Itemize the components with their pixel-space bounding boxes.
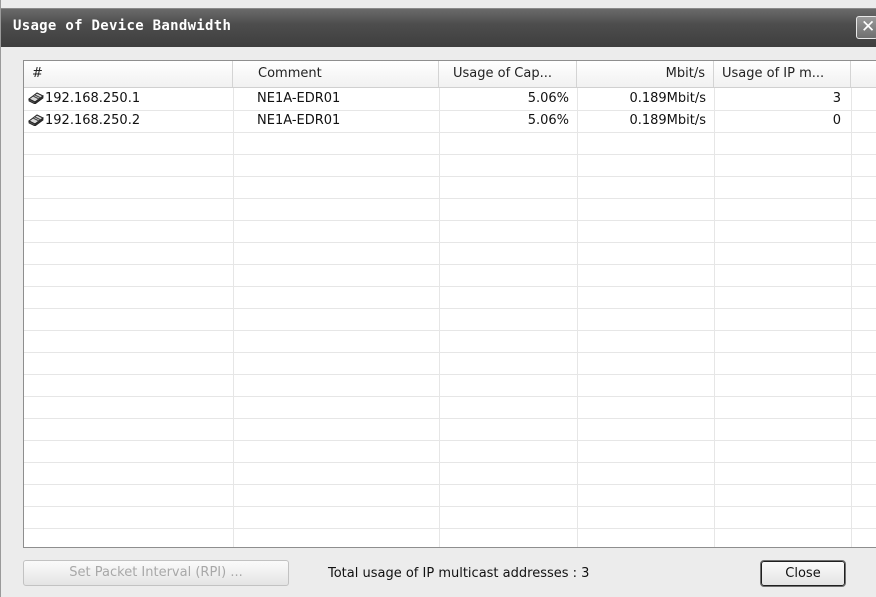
grid-line bbox=[24, 462, 876, 463]
column-header-number[interactable]: # bbox=[24, 61, 233, 87]
set-packet-interval-button[interactable]: Set Packet Interval (RPI) ... bbox=[23, 560, 289, 586]
close-button-label: Close bbox=[785, 566, 821, 581]
grid-line bbox=[24, 242, 876, 243]
column-header-mbit[interactable]: Mbit/s bbox=[577, 61, 714, 87]
grid-line bbox=[24, 132, 876, 133]
grid-column-line bbox=[233, 88, 234, 547]
grid-line bbox=[24, 352, 876, 353]
device-address: 192.168.250.2 bbox=[45, 113, 141, 128]
network-device-icon bbox=[28, 92, 44, 104]
column-header-ip-multicast[interactable]: Usage of IP m... bbox=[714, 61, 851, 87]
grid-line bbox=[24, 286, 876, 287]
grid-line bbox=[24, 506, 876, 507]
comment-cell: NE1A-EDR01 bbox=[257, 91, 341, 106]
grid-line bbox=[24, 528, 876, 529]
title-bar: Usage of Device Bandwidth ✕ bbox=[1, 8, 876, 47]
mbit-cell: 0.189Mbit/s bbox=[629, 113, 706, 128]
grid-column-line bbox=[851, 88, 852, 547]
grid-line bbox=[24, 484, 876, 485]
mbit-cell: 0.189Mbit/s bbox=[629, 91, 706, 106]
ip-multicast-cell: 3 bbox=[832, 91, 841, 106]
ip-multicast-cell: 0 bbox=[832, 113, 841, 128]
set-packet-interval-label: Set Packet Interval (RPI) ... bbox=[69, 565, 243, 580]
device-cell: 192.168.250.1 bbox=[28, 88, 233, 110]
grid-line bbox=[24, 374, 876, 375]
bandwidth-dialog: Usage of Device Bandwidth ✕ # Comment Us… bbox=[0, 0, 876, 597]
total-multicast-status: Total usage of IP multicast addresses : … bbox=[328, 566, 590, 581]
table-header: # Comment Usage of Cap... Mbit/s Usage o… bbox=[24, 61, 876, 88]
grid-line bbox=[24, 154, 876, 155]
grid-column-line bbox=[439, 88, 440, 547]
grid-line bbox=[24, 396, 876, 397]
table-row[interactable]: 192.168.250.1 NE1A-EDR01 5.06% 0.189Mbit… bbox=[24, 88, 876, 110]
device-address: 192.168.250.1 bbox=[45, 91, 141, 106]
grid-line bbox=[24, 308, 876, 309]
column-header-comment[interactable]: Comment bbox=[233, 61, 439, 87]
grid-column-line bbox=[577, 88, 578, 547]
grid-line bbox=[24, 330, 876, 331]
usage-capacity-cell: 5.06% bbox=[527, 91, 569, 106]
device-cell: 192.168.250.2 bbox=[28, 110, 233, 132]
usage-capacity-cell: 5.06% bbox=[527, 113, 569, 128]
grid-line bbox=[24, 418, 876, 419]
grid-line bbox=[24, 440, 876, 441]
close-window-icon[interactable]: ✕ bbox=[856, 16, 876, 39]
grid-line bbox=[24, 220, 876, 221]
grid-line bbox=[24, 176, 876, 177]
close-button[interactable]: Close bbox=[760, 560, 846, 587]
network-device-icon bbox=[28, 114, 44, 126]
grid-line bbox=[24, 264, 876, 265]
grid-column-line bbox=[714, 88, 715, 547]
window-title: Usage of Device Bandwidth bbox=[13, 18, 232, 34]
column-header-usage-capacity[interactable]: Usage of Cap... bbox=[439, 61, 577, 87]
comment-cell: NE1A-EDR01 bbox=[257, 113, 341, 128]
table-row[interactable]: 192.168.250.2 NE1A-EDR01 5.06% 0.189Mbit… bbox=[24, 110, 876, 132]
grid-line bbox=[24, 198, 876, 199]
bandwidth-table: # Comment Usage of Cap... Mbit/s Usage o… bbox=[23, 60, 876, 548]
column-header-filler bbox=[851, 61, 876, 87]
